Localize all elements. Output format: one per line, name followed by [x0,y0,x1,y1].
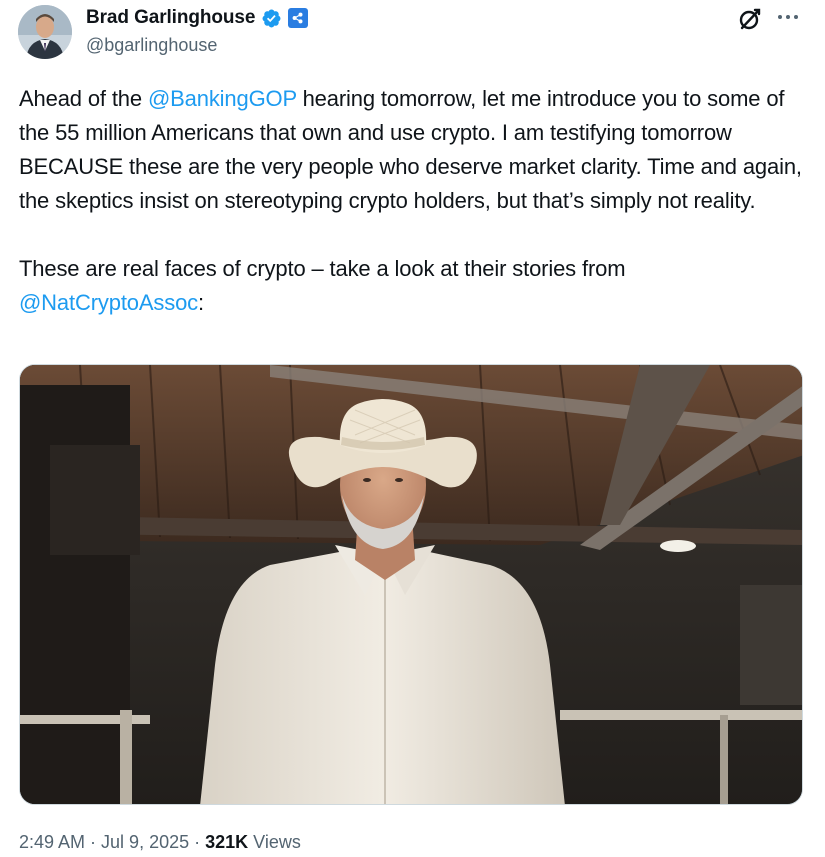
author-handle[interactable]: @bgarlinghouse [86,35,217,56]
author-avatar[interactable] [18,5,72,59]
tweet-text-segment: : [198,290,204,315]
tweet-time[interactable]: 2:49 AM [19,832,85,852]
tweet: Brad Garlinghouse @bgarlinghouse Ahead o… [0,0,825,857]
ripple-affiliate-icon[interactable] [288,8,309,28]
views-count[interactable]: 321K [205,832,248,852]
grok-icon[interactable] [737,6,763,32]
author-name-row: Brad Garlinghouse [86,6,309,30]
more-horizontal-icon[interactable] [778,12,802,22]
tweet-meta: 2:49 AM · Jul 9, 2025 · 321K Views [19,832,301,853]
media-photo [20,365,802,804]
meta-separator: · [85,832,102,852]
tweet-text-segment: Ahead of the [19,86,148,111]
tweet-paragraph-1: Ahead of the @BankingGOP hearing tomorro… [19,82,809,218]
tweet-text: Ahead of the @BankingGOP hearing tomorro… [19,82,809,320]
tweet-media-image[interactable] [19,364,803,805]
tweet-date[interactable]: Jul 9, 2025 [101,832,189,852]
avatar-image [18,5,72,59]
tweet-paragraph-2: These are real faces of crypto – take a … [19,252,809,320]
mention-link[interactable]: @BankingGOP [148,86,297,111]
author-display-name[interactable]: Brad Garlinghouse [86,7,255,29]
verified-check-icon [261,8,282,29]
mention-link[interactable]: @NatCryptoAssoc [19,290,198,315]
tweet-text-segment: These are real faces of crypto – take a … [19,256,626,281]
meta-separator: · [189,832,206,852]
views-label: Views [248,832,301,852]
